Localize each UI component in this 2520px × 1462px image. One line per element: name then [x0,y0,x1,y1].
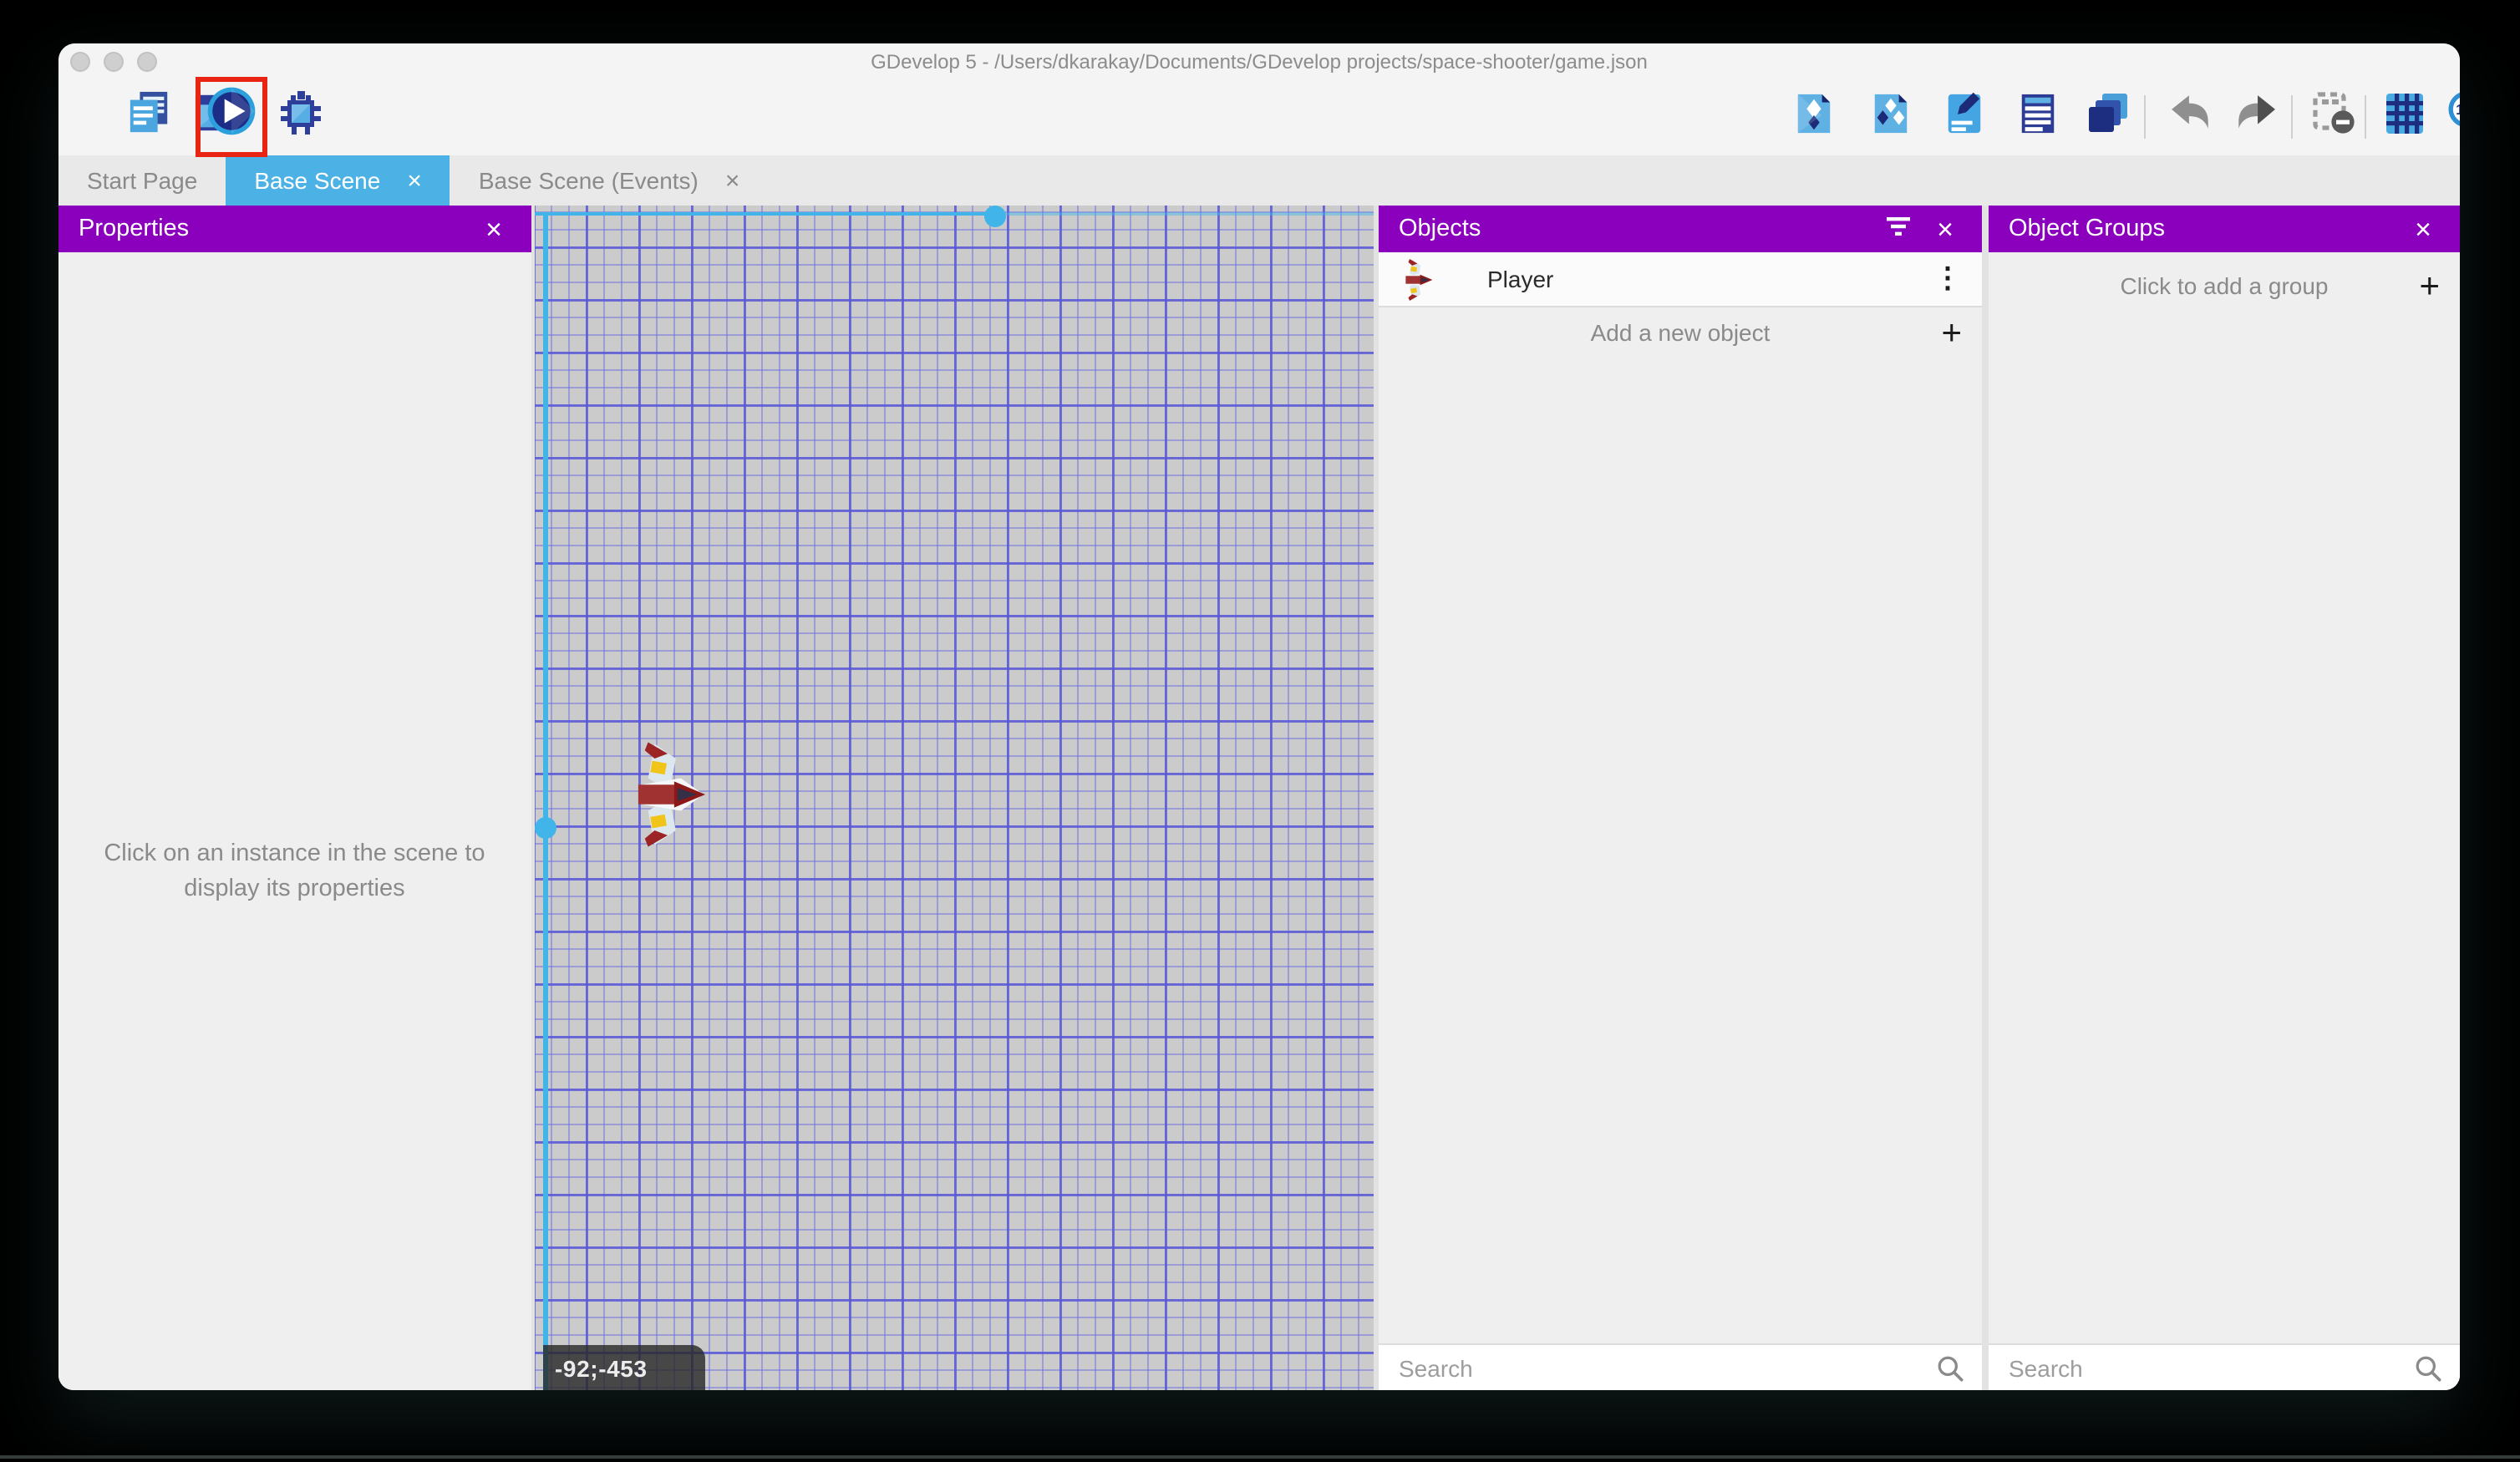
window-border-handle-left[interactable] [535,816,556,838]
project-manager-icon [126,90,171,144]
game-window-border-top-extension [994,211,1373,216]
tab-base-scene[interactable]: Base Scene × [226,155,450,206]
project-manager-button[interactable] [125,94,172,140]
window-title: GDevelop 5 - /Users/dkarakay/Documents/G… [58,43,2460,80]
tab-label: Base Scene (Events) [479,167,699,194]
undo-icon [2168,90,2213,144]
object-groups-panel-header: Object Groups × [1989,206,2460,252]
tab-close-icon[interactable]: × [407,168,422,193]
object-groups-editor-icon [1869,91,1911,143]
properties-icon [1943,91,1984,143]
plus-icon: + [2419,268,2440,303]
properties-panel: Properties × Click on an instance in the… [58,206,531,1390]
open-layers-editor-button[interactable] [2084,94,2131,140]
objects-search-bar [1379,1343,1982,1390]
tab-label: Base Scene [254,167,380,194]
toolbar-separator [2291,95,2293,139]
game-window-border-top [535,211,994,216]
debug-button[interactable] [277,94,324,140]
close-properties-button[interactable]: × [477,212,511,246]
undo-button[interactable] [2167,94,2214,140]
properties-panel-header: Properties × [58,206,531,252]
game-window-border-left [543,211,547,1390]
gdevelop-window: GDevelop 5 - /Users/dkarakay/Documents/G… [58,43,2460,1390]
object-list-item-player[interactable]: Player ⋮ [1379,252,1982,307]
zoom-1-1-icon: 1:1 [2446,90,2460,144]
filter-icon [1885,215,1912,243]
objects-panel-header: Objects × [1379,206,1982,252]
close-icon: × [1937,215,1954,243]
properties-empty-message: Click on an instance in the scene to dis… [87,837,502,907]
add-group-button[interactable]: Click to add a group + [1989,252,2460,319]
open-instances-list-button[interactable] [2014,94,2060,140]
close-objects-button[interactable]: × [1928,212,1962,246]
objects-editor-icon [1792,91,1834,143]
desktop-edge-line [0,1455,2520,1459]
delete-instances-icon [2310,90,2355,144]
object-groups-panel: Object Groups × Click to add a group + [1989,206,2460,1390]
player-instance[interactable] [634,741,706,846]
window-border-handle-top[interactable] [983,206,1005,227]
tab-close-icon[interactable]: × [725,168,740,193]
object-groups-search-bar [1989,1343,2460,1390]
open-objects-editor-button[interactable] [1790,94,1837,140]
main-content: Properties × Click on an instance in the… [58,206,2460,1390]
redo-button[interactable] [2231,94,2278,140]
panel-title: Properties [79,216,189,242]
svg-text:1:1: 1:1 [2455,101,2460,118]
object-menu-kebab-icon[interactable]: ⋮ [1933,262,1962,296]
panel-title: Object Groups [2009,216,2165,242]
toolbar-separator [2144,95,2146,139]
add-group-label: Click to add a group [1989,272,2460,299]
zoom-original-button[interactable]: 1:1 [2445,94,2460,140]
objects-panel: Objects × [1379,206,1982,1390]
close-icon: × [2415,215,2431,243]
redo-icon [2232,90,2277,144]
add-new-object-button[interactable]: Add a new object + [1379,307,1982,358]
close-icon: × [485,215,502,243]
close-object-groups-button[interactable]: × [2406,212,2440,246]
toggle-grid-button[interactable] [2381,94,2428,140]
scene-canvas[interactable]: -92;-453 [535,206,1373,1390]
open-properties-button[interactable] [1940,94,1987,140]
screenshot-stage: GDevelop 5 - /Users/dkarakay/Documents/G… [0,0,2520,1462]
cursor-coordinates: -92;-453 [543,1345,705,1390]
layers-icon [2086,91,2129,143]
add-object-label: Add a new object [1379,319,1982,346]
grid-icon [2383,91,2426,143]
delete-instances-button[interactable] [2309,94,2356,140]
tab-label: Start Page [87,167,197,194]
player-object-thumbnail [1404,258,1434,300]
annotation-red-rectangle [196,77,267,157]
open-object-groups-editor-button[interactable] [1867,94,1913,140]
panel-title: Objects [1399,216,1481,242]
filter-objects-button[interactable] [1882,212,1915,246]
titlebar: GDevelop 5 - /Users/dkarakay/Documents/G… [58,43,2460,80]
object-name: Player [1487,266,1553,292]
toolbar-separator [2365,95,2366,139]
object-groups-search-input[interactable] [1989,1354,2413,1381]
toolbar: 1:1 [58,80,2460,155]
tab-start-page[interactable]: Start Page [58,155,226,206]
instances-list-icon [2016,91,2058,143]
search-icon [2413,1353,2443,1383]
search-icon [1935,1353,1965,1383]
objects-search-input[interactable] [1379,1354,1935,1381]
plus-icon: + [1941,315,1962,350]
tab-base-scene-events[interactable]: Base Scene (Events) × [450,155,769,206]
debug-icon [277,89,324,145]
tabbar: Start Page Base Scene × Base Scene (Even… [58,155,2460,206]
